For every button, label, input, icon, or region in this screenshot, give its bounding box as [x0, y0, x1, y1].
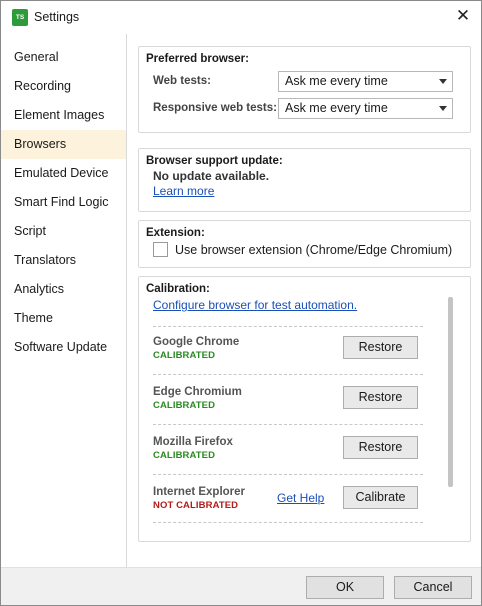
sidebar-item-element-images[interactable]: Element Images — [1, 101, 126, 130]
sidebar-item-translators[interactable]: Translators — [1, 246, 126, 275]
divider — [153, 424, 423, 425]
calibration-group: Calibration: Configure browser for test … — [138, 276, 471, 542]
sidebar-item-general[interactable]: General — [1, 43, 126, 72]
extension-group: Extension: Use browser extension (Chrome… — [138, 220, 471, 268]
dropdown-arrow-icon — [439, 106, 447, 111]
browser-extension-checkbox-label[interactable]: Use browser extension (Chrome/Edge Chrom… — [175, 243, 452, 257]
get-help-link[interactable]: Get Help — [277, 491, 324, 505]
testsmart-app-icon: TS — [12, 9, 28, 26]
status-badge-edge: CALIBRATED — [153, 400, 216, 411]
dialog-footer: OK Cancel — [1, 567, 481, 605]
sidebar-divider — [126, 34, 127, 567]
sidebar-item-emulated-device[interactable]: Emulated Device — [1, 159, 126, 188]
title-bar: TS Settings ✕ — [1, 1, 481, 34]
extension-title: Extension: — [146, 227, 205, 239]
calibration-title: Calibration: — [146, 283, 210, 295]
restore-chrome-button[interactable]: Restore — [343, 336, 418, 359]
restore-firefox-button[interactable]: Restore — [343, 436, 418, 459]
close-icon[interactable]: ✕ — [454, 6, 472, 26]
browser-support-update-group: Browser support update: No update availa… — [138, 148, 471, 212]
status-badge-internet-explorer: NOT CALIBRATED — [153, 500, 239, 511]
preferred-browser-title: Preferred browser: — [146, 53, 249, 65]
preferred-browser-group: Preferred browser: Web tests: Ask me eve… — [138, 46, 471, 133]
sidebar-item-recording[interactable]: Recording — [1, 72, 126, 101]
cancel-button[interactable]: Cancel — [394, 576, 472, 599]
settings-sidebar: General Recording Element Images Browser… — [1, 43, 126, 362]
browser-extension-checkbox[interactable] — [153, 242, 168, 257]
sidebar-item-smart-find-logic[interactable]: Smart Find Logic — [1, 188, 126, 217]
responsive-web-tests-select-value: Ask me every time — [285, 101, 388, 115]
configure-browser-link[interactable]: Configure browser for test automation. — [153, 298, 357, 312]
dropdown-arrow-icon — [439, 79, 447, 84]
browser-name-chrome: Google Chrome — [153, 336, 240, 348]
sidebar-item-analytics[interactable]: Analytics — [1, 275, 126, 304]
sidebar-item-script[interactable]: Script — [1, 217, 126, 246]
web-tests-select-value: Ask me every time — [285, 74, 388, 88]
browser-support-update-title: Browser support update: — [146, 155, 283, 167]
sidebar-item-browsers[interactable]: Browsers — [1, 130, 126, 159]
divider — [153, 326, 423, 327]
status-badge-firefox: CALIBRATED — [153, 450, 216, 461]
browser-name-internet-explorer: Internet Explorer — [153, 486, 246, 498]
responsive-web-tests-label: Responsive web tests: — [153, 102, 277, 114]
status-badge-chrome: CALIBRATED — [153, 350, 216, 361]
responsive-web-tests-select[interactable]: Ask me every time — [278, 98, 453, 119]
calibration-scrollbar[interactable] — [448, 297, 453, 487]
ok-button[interactable]: OK — [306, 576, 384, 599]
web-tests-select[interactable]: Ask me every time — [278, 71, 453, 92]
window-title: Settings — [34, 10, 80, 24]
sidebar-item-theme[interactable]: Theme — [1, 304, 126, 333]
browser-name-edge: Edge Chromium — [153, 386, 242, 398]
sidebar-item-software-update[interactable]: Software Update — [1, 333, 126, 362]
divider — [153, 522, 423, 523]
restore-edge-button[interactable]: Restore — [343, 386, 418, 409]
divider — [153, 474, 423, 475]
divider — [153, 374, 423, 375]
learn-more-link[interactable]: Learn more — [153, 184, 214, 198]
browser-name-firefox: Mozilla Firefox — [153, 436, 233, 448]
update-status-text: No update available. — [153, 169, 270, 183]
settings-window: TS Settings ✕ General Recording Element … — [0, 0, 482, 606]
web-tests-label: Web tests: — [153, 75, 211, 87]
calibrate-ie-button[interactable]: Calibrate — [343, 486, 418, 509]
